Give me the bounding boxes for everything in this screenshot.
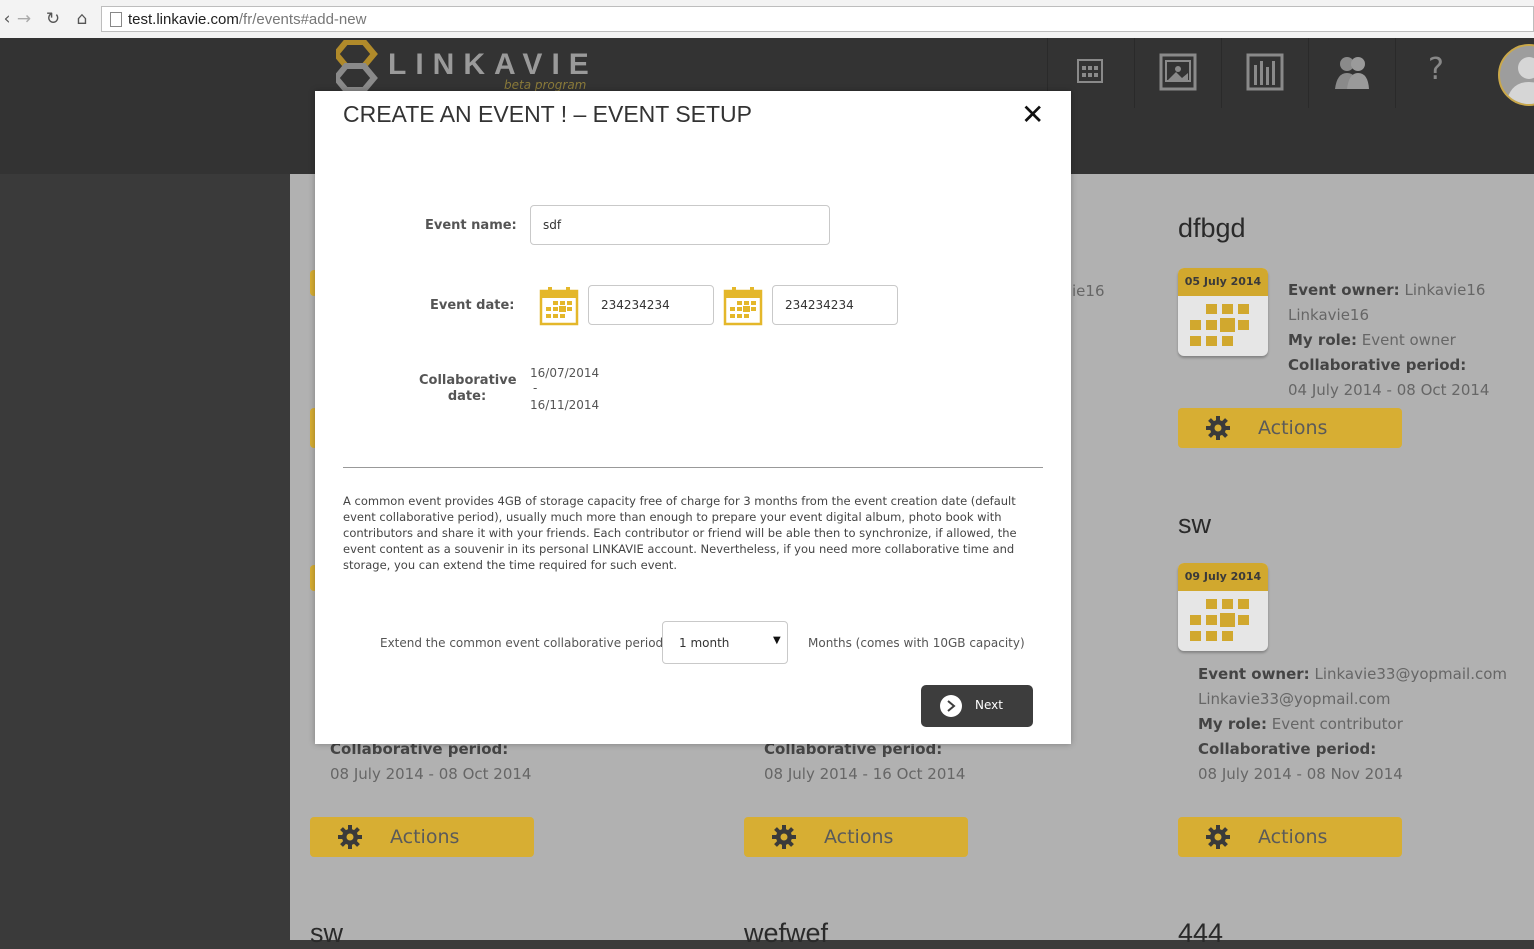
calendar-icon xyxy=(1077,59,1103,83)
role-row: My role: Event owner xyxy=(1288,328,1534,353)
event-date-tile[interactable]: 09 July 2014 xyxy=(1178,563,1268,651)
owner-row: Event owner: Linkavie16 Linkavie16 xyxy=(1288,278,1534,328)
actions-label: Actions xyxy=(390,826,460,848)
modal-title: CREATE AN EVENT ! – EVENT SETUP xyxy=(343,101,753,127)
extend-label: Extend the common event collaborative pe… xyxy=(380,636,668,650)
divider xyxy=(343,467,1043,468)
extend-note: Months (comes with 10GB capacity) xyxy=(808,636,1025,650)
actions-button[interactable]: Actions xyxy=(744,817,968,857)
calendar-grid-icon xyxy=(1190,304,1249,346)
address-bar[interactable]: test.linkavie.com/fr/events#add-new xyxy=(101,6,1534,32)
logo[interactable]: LINKAVIE beta program xyxy=(332,39,598,93)
timeline-icon xyxy=(1246,53,1284,91)
period-value: 04 July 2014 - 08 Oct 2014 xyxy=(1288,381,1490,399)
event-title[interactable]: sw xyxy=(310,918,343,949)
event-description: A common event provides 4GB of storage c… xyxy=(343,494,1017,572)
collab-end: 16/11/2014 xyxy=(530,398,600,412)
event-info: Collaborative period: 08 July 2014 - 16 … xyxy=(764,737,965,787)
nav-timeline[interactable] xyxy=(1221,38,1308,108)
event-date-tile[interactable]: 05 July 2014 xyxy=(1178,268,1268,356)
event-info: Collaborative period: 08 July 2014 - 08 … xyxy=(330,737,531,787)
extend-selected-value: 1 month xyxy=(679,636,730,650)
owner-label: Event owner: xyxy=(1198,665,1310,683)
owner-label: Event owner: xyxy=(1288,281,1400,299)
gear-icon xyxy=(772,825,796,849)
period-row: Collaborative period: xyxy=(1198,737,1507,762)
event-info: Event owner: Linkavie33@yopmail.com Link… xyxy=(1198,662,1507,787)
collab-separator: - xyxy=(533,381,538,395)
nav-albums[interactable] xyxy=(1134,38,1221,108)
event-date-label: 05 July 2014 xyxy=(1178,268,1268,296)
owner-value: Linkavie33@yopmail.com xyxy=(1314,665,1507,683)
period-row: Collaborative period: xyxy=(1288,353,1534,378)
nav-help[interactable]: ? xyxy=(1395,38,1482,108)
start-calendar-icon[interactable] xyxy=(539,286,579,326)
role-row: My role: Event contributor xyxy=(1198,712,1507,737)
page-icon xyxy=(110,12,122,27)
start-date-input[interactable]: 234234234 xyxy=(588,285,714,325)
chevron-right-icon xyxy=(940,695,962,717)
gear-icon xyxy=(1206,825,1230,849)
role-label: My role: xyxy=(1198,715,1267,733)
role-value: Event owner xyxy=(1361,331,1456,349)
actions-button[interactable]: Actions xyxy=(1178,408,1402,448)
actions-label: Actions xyxy=(1258,826,1328,848)
sidebar-background xyxy=(0,174,290,940)
event-date-label: 09 July 2014 xyxy=(1178,563,1268,591)
end-calendar-icon[interactable] xyxy=(723,286,763,326)
event-name-input[interactable]: sdf xyxy=(530,205,830,245)
reload-icon[interactable]: ↻ xyxy=(42,8,64,30)
actions-button[interactable]: Actions xyxy=(1178,817,1402,857)
gear-icon xyxy=(1206,416,1230,440)
role-value: Event contributor xyxy=(1271,715,1403,733)
event-title[interactable]: dfbgd xyxy=(1178,213,1246,244)
event-title[interactable]: sw xyxy=(1178,509,1211,540)
event-title[interactable]: wefwef xyxy=(744,918,828,949)
browser-toolbar: ‹ → ↻ ⌂ test.linkavie.com/fr/events#add-… xyxy=(0,0,1534,39)
album-icon xyxy=(1159,53,1197,91)
collab-date-label: Collaborative date: xyxy=(419,373,517,404)
logo-subtitle: beta program xyxy=(504,78,587,92)
end-date-input[interactable]: 234234234 xyxy=(772,285,898,325)
extend-period-select[interactable]: 1 month ▼ xyxy=(662,621,788,664)
period-label: Collaborative period: xyxy=(1288,356,1467,374)
role-label: My role: xyxy=(1288,331,1357,349)
next-label: Next xyxy=(975,698,1003,712)
actions-button[interactable]: Actions xyxy=(310,817,534,857)
period-value: 08 July 2014 - 08 Nov 2014 xyxy=(1198,765,1403,783)
logo-mark-icon xyxy=(332,39,378,93)
actions-label: Actions xyxy=(1258,417,1328,439)
users-icon xyxy=(1335,57,1369,89)
help-icon: ? xyxy=(1428,52,1444,87)
event-title[interactable]: 444 xyxy=(1178,918,1223,949)
collab-start: 16/07/2014 xyxy=(530,366,600,380)
forward-icon[interactable]: → xyxy=(13,8,35,30)
create-event-modal: CREATE AN EVENT ! – EVENT SETUP ✕ Event … xyxy=(315,91,1071,744)
event-info: Event owner: Linkavie16 Linkavie16 My ro… xyxy=(1288,278,1534,403)
period-value: 08 July 2014 - 08 Oct 2014 xyxy=(330,765,532,783)
url-path: /fr/events#add-new xyxy=(238,11,367,28)
gear-icon xyxy=(338,825,362,849)
owner-value-2: Linkavie33@yopmail.com xyxy=(1198,690,1391,708)
url-host: test.linkavie.com xyxy=(128,11,239,28)
actions-label: Actions xyxy=(824,826,894,848)
calendar-grid-icon xyxy=(1190,599,1249,641)
logo-text: LINKAVIE xyxy=(388,48,598,81)
owner-row: Event owner: Linkavie33@yopmail.com xyxy=(1198,662,1507,687)
nav-friends[interactable] xyxy=(1308,38,1395,108)
close-icon[interactable]: ✕ xyxy=(1021,101,1044,129)
next-button[interactable]: Next xyxy=(921,685,1033,727)
event-name-label: Event name: xyxy=(425,218,517,233)
period-label: Collaborative period: xyxy=(1198,740,1377,758)
url-text: test.linkavie.com/fr/events#add-new xyxy=(128,11,366,28)
partial-owner-text: ie16 xyxy=(1072,282,1105,300)
user-avatar-icon xyxy=(1506,57,1534,104)
chevron-down-icon: ▼ xyxy=(773,635,781,646)
event-date-label: Event date: xyxy=(430,298,515,313)
period-value: 08 July 2014 - 16 Oct 2014 xyxy=(764,765,966,783)
home-icon[interactable]: ⌂ xyxy=(71,8,93,30)
